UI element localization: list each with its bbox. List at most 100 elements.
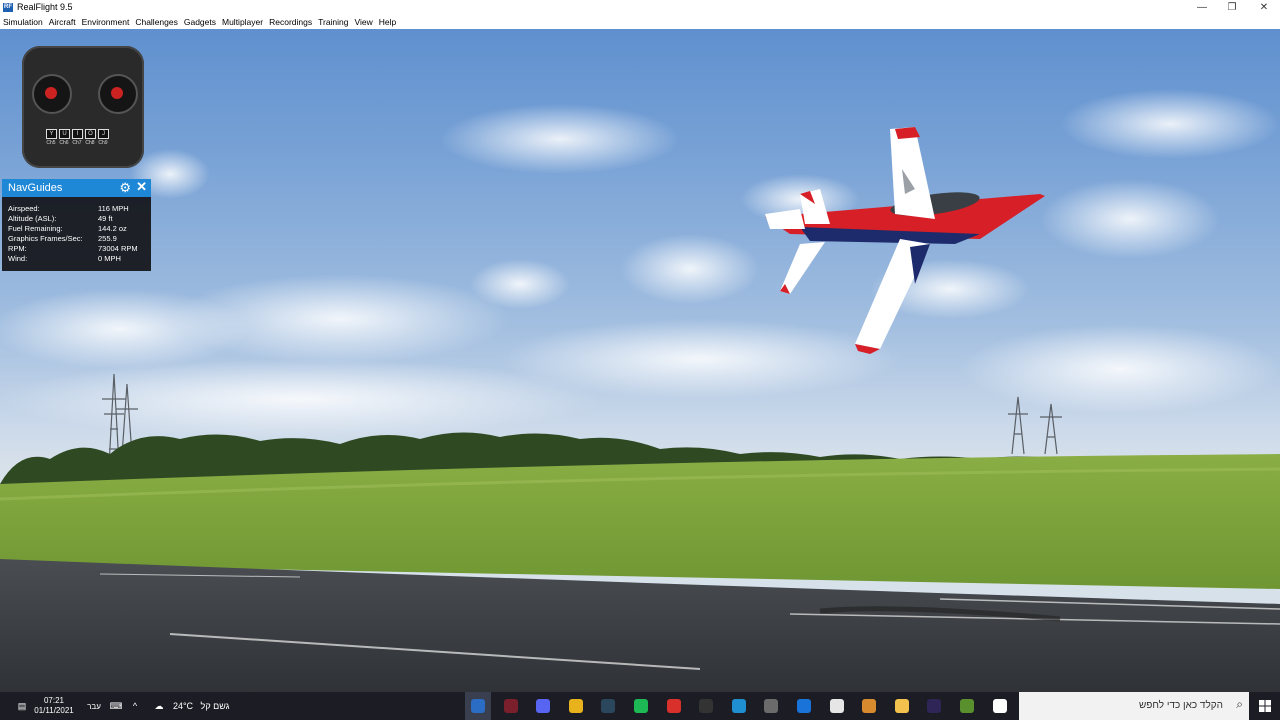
switch-ch8: O Ch8	[85, 129, 96, 146]
navguides-rows: Airspeed: 116 MPH Altitude (ASL): 49 ft Fu…	[8, 204, 138, 264]
realflight-app-icon[interactable]	[465, 692, 491, 720]
photos-app-icon-glyph	[862, 699, 877, 713]
file-explorer-app-icon-glyph	[894, 699, 909, 713]
transmitter-gadget[interactable]: Y Ch5 U Ch6 I Ch7 O Ch8 J Ch9	[20, 36, 146, 168]
clouds	[0, 89, 1280, 439]
task-view-app-icon-glyph	[992, 699, 1007, 713]
chrome-app-icon[interactable]	[563, 692, 589, 720]
row-value: 116 MPH	[98, 204, 129, 213]
channel-switches: Y Ch5 U Ch6 I Ch7 O Ch8 J Ch9	[46, 129, 109, 146]
discord-app-icon-glyph	[536, 699, 551, 713]
switch-label: Ch7	[72, 140, 82, 146]
windows-start-icon[interactable]	[1252, 692, 1278, 720]
navguides-header: NavGuides ⚙ ✕	[2, 179, 151, 197]
epic-games-app-icon[interactable]	[693, 692, 719, 720]
notification-icon[interactable]: ▤	[12, 692, 32, 720]
spotify-app-icon[interactable]	[628, 692, 654, 720]
epic-games-app-icon-glyph	[699, 699, 714, 713]
switch-label: Ch8	[85, 140, 95, 146]
jet-aircraft	[765, 127, 1045, 354]
mail-app-icon-glyph	[797, 699, 811, 713]
steam-app-icon[interactable]	[595, 692, 621, 720]
row-value: 255.9	[98, 234, 117, 243]
weather-text[interactable]: גשם קל	[198, 692, 232, 720]
menu-gadgets[interactable]: Gadgets	[184, 17, 216, 27]
task-view-app-icon[interactable]	[987, 692, 1013, 720]
simulation-viewport[interactable]	[0, 29, 1280, 692]
navguides-row: Graphics Frames/Sec: 255.9	[8, 234, 138, 244]
row-label: Graphics Frames/Sec:	[8, 234, 83, 243]
realflight-app-icon-glyph	[471, 699, 485, 713]
title-bar: RF RealFlight 9.5 — ❐ ✕	[0, 0, 1280, 15]
chevron-up-icon[interactable]: ^	[128, 692, 142, 720]
search-icon: ⌕	[1236, 697, 1243, 711]
row-label: Wind:	[8, 254, 28, 263]
chrome-app-icon-glyph	[568, 699, 583, 713]
mail-app-icon[interactable]	[791, 692, 817, 720]
discord-app-icon[interactable]	[530, 692, 556, 720]
weather-temp[interactable]: 24°C	[170, 692, 196, 720]
row-value: 73004 RPM	[98, 244, 138, 253]
clock-time: 07:21	[43, 696, 65, 705]
navguides-row: RPM: 73004 RPM	[8, 244, 138, 254]
switch-ch9: J Ch9	[98, 129, 109, 146]
file-explorer-app-icon[interactable]	[889, 692, 915, 720]
switch-key: U	[59, 129, 70, 139]
edge-app-icon[interactable]	[726, 692, 752, 720]
windows-logo-icon	[1259, 700, 1271, 712]
minecraft-app-icon-glyph	[960, 699, 974, 713]
row-label: Altitude (ASL):	[8, 214, 57, 223]
switch-label: Ch6	[59, 140, 69, 146]
navguides-panel: NavGuides ⚙ ✕ Airspeed: 116 MPH Altitude …	[2, 179, 151, 271]
realflight-app-icon: RF	[3, 3, 13, 12]
switch-label: Ch5	[46, 140, 56, 146]
switch-key: Y	[46, 129, 57, 139]
row-label: RPM:	[8, 244, 27, 253]
chat-app-icon[interactable]	[758, 692, 784, 720]
premiere-app-icon[interactable]	[921, 692, 947, 720]
minimize-button[interactable]: —	[1188, 0, 1216, 15]
spotify-app-icon-glyph	[634, 699, 648, 713]
navguides-row: Altitude (ASL): 49 ft	[8, 214, 138, 224]
menu-recordings[interactable]: Recordings	[269, 17, 312, 27]
clock[interactable]: 07:21 01/11/2021	[34, 692, 73, 720]
switch-ch7: I Ch7	[72, 129, 83, 146]
menu-view[interactable]: View	[355, 17, 373, 27]
acrobat-app-icon[interactable]	[661, 692, 687, 720]
row-value: 49 ft	[98, 214, 113, 223]
menu-challenges[interactable]: Challenges	[135, 17, 178, 27]
search-placeholder: הקלד כאן כדי לחפש	[1138, 700, 1223, 711]
menu-aircraft[interactable]: Aircraft	[49, 17, 76, 27]
minecraft-app-icon[interactable]	[954, 692, 980, 720]
right-stick-icon	[98, 74, 138, 114]
search-input[interactable]: הקלד כאן כדי לחפש ⌕	[1019, 692, 1249, 720]
close-button[interactable]: ✕	[1250, 0, 1278, 15]
menu-help[interactable]: Help	[379, 17, 396, 27]
menu-bar: Simulation Aircraft Environment Challeng…	[0, 15, 1280, 29]
menu-training[interactable]: Training	[318, 17, 348, 27]
vivaldi-app-icon-glyph	[503, 699, 518, 713]
menu-simulation[interactable]: Simulation	[3, 17, 43, 27]
row-value: 144.2 oz	[98, 224, 127, 233]
menu-multiplayer[interactable]: Multiplayer	[222, 17, 263, 27]
maximize-button[interactable]: ❐	[1218, 0, 1246, 15]
switch-ch5: Y Ch5	[46, 129, 57, 146]
windows-taskbar: ▤ 07:21 01/11/2021 עבר ⌨ ^ ☁ 24°C גשם קל…	[0, 692, 1280, 720]
row-label: Airspeed:	[8, 204, 40, 213]
photos-app-icon[interactable]	[856, 692, 882, 720]
navguides-title: NavGuides	[8, 182, 63, 194]
gear-icon[interactable]: ⚙	[119, 180, 131, 196]
store-app-icon[interactable]	[824, 692, 850, 720]
chat-app-icon-glyph	[764, 699, 779, 713]
language-indicator[interactable]: עבר	[84, 692, 104, 720]
navguides-row: Fuel Remaining: 144.2 oz	[8, 224, 138, 234]
switch-key: J	[98, 129, 109, 139]
switch-label: Ch9	[98, 140, 108, 146]
menu-environment[interactable]: Environment	[82, 17, 130, 27]
close-icon[interactable]: ✕	[136, 179, 147, 195]
row-value: 0 MPH	[98, 254, 121, 263]
window-title: RealFlight 9.5	[17, 2, 73, 12]
keyboard-icon[interactable]: ⌨	[108, 692, 124, 720]
switch-key: O	[85, 129, 96, 139]
vivaldi-app-icon[interactable]	[498, 692, 524, 720]
